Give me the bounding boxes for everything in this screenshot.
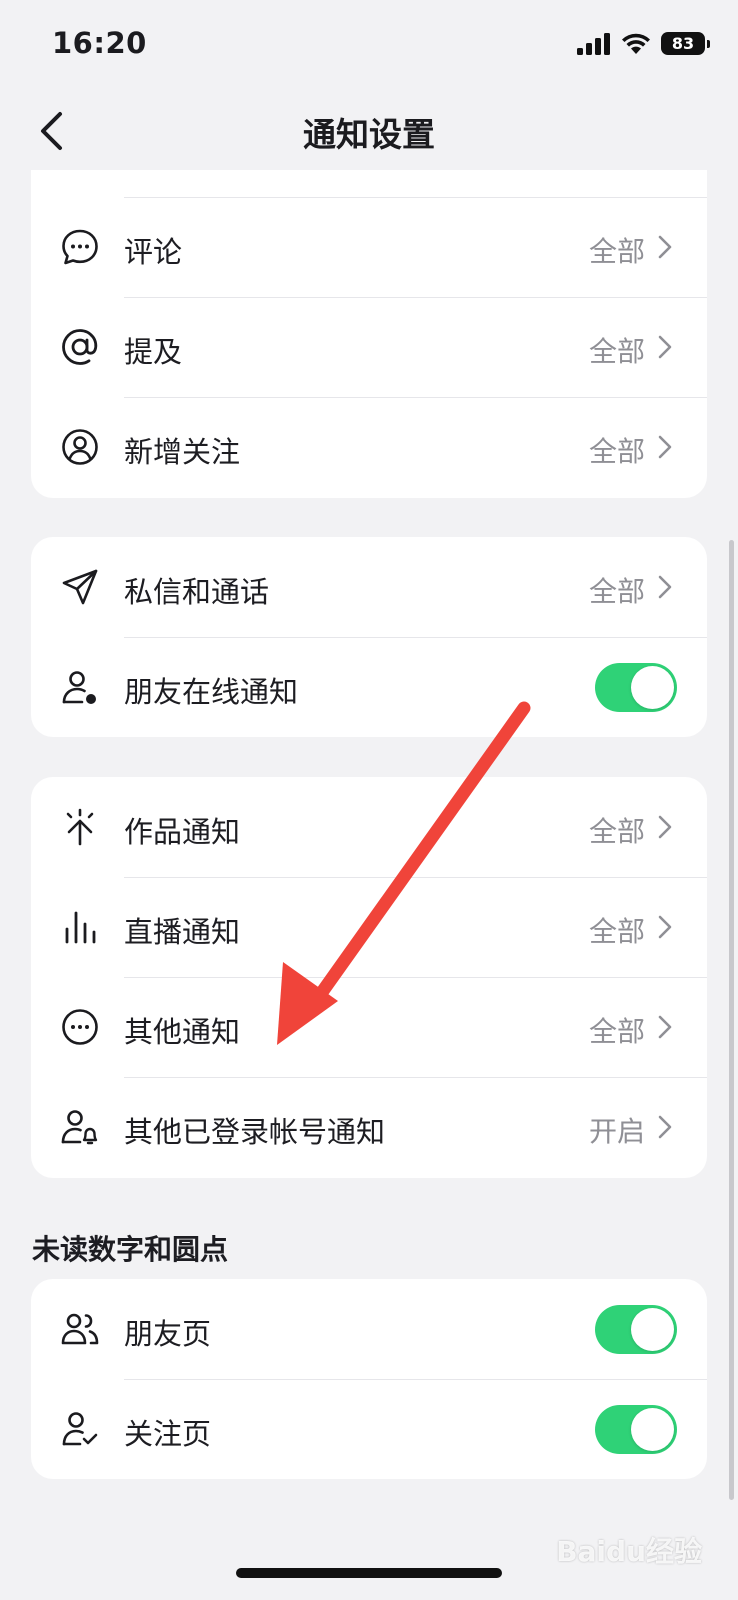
settings-card-interactions: 评论 全部 提及 全部 新增关注 全部	[31, 170, 707, 498]
row-divider	[124, 637, 707, 638]
settings-row-other[interactable]: 其他通知 全部	[31, 977, 707, 1077]
settings-row-friends-page: 朋友页	[31, 1279, 707, 1379]
page-title: 通知设置	[303, 115, 435, 154]
status-icons: 83	[577, 32, 710, 55]
section-title-unread: 未读数字和圆点	[32, 1233, 229, 1266]
row-label: 其他通知	[124, 1015, 241, 1049]
following-page-toggle[interactable]	[595, 1405, 677, 1454]
home-indicator[interactable]	[236, 1568, 502, 1578]
settings-row-mentions[interactable]: 提及 全部	[31, 297, 707, 397]
settings-row-other-accounts[interactable]: 其他已登录帐号通知 开启	[31, 1077, 707, 1177]
friends-page-toggle[interactable]	[595, 1305, 677, 1354]
row-value: 全部	[588, 435, 645, 468]
friends-online-toggle[interactable]	[595, 663, 677, 712]
settings-row-comments[interactable]: 评论 全部	[31, 197, 707, 297]
chevron-right-icon	[658, 235, 672, 259]
row-divider	[124, 197, 707, 198]
battery-indicator: 83	[661, 32, 710, 55]
row-label: 直播通知	[124, 915, 241, 949]
chevron-right-icon	[658, 435, 672, 459]
settings-card-content: 作品通知 全部 直播通知 全部 其他通知 全部 其他已登录帐号通知 开启	[31, 777, 707, 1178]
paper-plane-icon	[62, 569, 98, 605]
status-time: 16:20	[52, 26, 147, 60]
watermark: Baidu经验	[556, 1535, 702, 1568]
row-value: 全部	[588, 335, 645, 368]
comment-bubble-icon	[62, 229, 98, 265]
row-label: 朋友页	[124, 1317, 212, 1351]
sparkle-arrow-icon	[66, 808, 94, 846]
row-value: 全部	[588, 1015, 645, 1048]
settings-row-hidden[interactable]	[31, 170, 707, 197]
row-label: 朋友在线通知	[124, 675, 299, 709]
settings-card-unread: 朋友页 关注页	[31, 1279, 707, 1479]
row-divider	[124, 297, 707, 298]
scrollbar[interactable]	[729, 540, 734, 1500]
cellular-signal-icon	[577, 32, 610, 55]
row-value: 全部	[588, 235, 645, 268]
toggle-knob	[631, 1408, 674, 1451]
row-divider	[124, 1077, 707, 1078]
row-value: 开启	[588, 1115, 645, 1148]
battery-tip	[707, 39, 710, 48]
chevron-right-icon	[658, 1115, 672, 1139]
chevron-right-icon	[658, 335, 672, 359]
chevron-right-icon	[658, 815, 672, 839]
chevron-right-icon	[658, 915, 672, 939]
battery-level: 83	[661, 32, 705, 55]
settings-row-messages-calls[interactable]: 私信和通话 全部	[31, 537, 707, 637]
more-circle-icon	[62, 1009, 98, 1045]
chevron-right-icon	[658, 1015, 672, 1039]
user-bell-icon	[61, 1110, 98, 1145]
row-divider	[124, 1379, 707, 1380]
at-sign-icon	[62, 329, 98, 365]
settings-row-live[interactable]: 直播通知 全部	[31, 877, 707, 977]
user-circle-icon	[62, 429, 98, 465]
status-bar: 16:20 83	[0, 0, 738, 90]
row-divider	[124, 877, 707, 878]
user-check-icon	[62, 1412, 98, 1446]
settings-row-following-page: 关注页	[31, 1379, 707, 1479]
row-value: 全部	[588, 815, 645, 848]
wifi-icon	[622, 33, 650, 54]
friends-icon	[61, 1313, 99, 1345]
settings-row-friends-online: 朋友在线通知	[31, 637, 707, 737]
row-label: 新增关注	[124, 435, 241, 469]
row-divider	[124, 397, 707, 398]
row-label: 提及	[124, 335, 183, 369]
chevron-right-icon	[658, 575, 672, 599]
settings-row-works[interactable]: 作品通知 全部	[31, 777, 707, 877]
row-value: 全部	[588, 915, 645, 948]
row-label: 作品通知	[124, 815, 241, 849]
row-label: 私信和通话	[124, 575, 270, 609]
row-label: 评论	[124, 235, 183, 269]
bars-icon	[65, 911, 96, 944]
nav-bar: 通知设置	[0, 96, 738, 166]
user-online-icon	[62, 671, 96, 704]
row-divider	[124, 977, 707, 978]
row-label: 关注页	[124, 1417, 212, 1451]
row-label: 其他已登录帐号通知	[124, 1115, 386, 1149]
row-value: 全部	[588, 575, 645, 608]
toggle-knob	[631, 666, 674, 709]
toggle-knob	[631, 1308, 674, 1351]
settings-card-messages: 私信和通话 全部 朋友在线通知	[31, 537, 707, 737]
settings-row-new-followers[interactable]: 新增关注 全部	[31, 397, 707, 497]
